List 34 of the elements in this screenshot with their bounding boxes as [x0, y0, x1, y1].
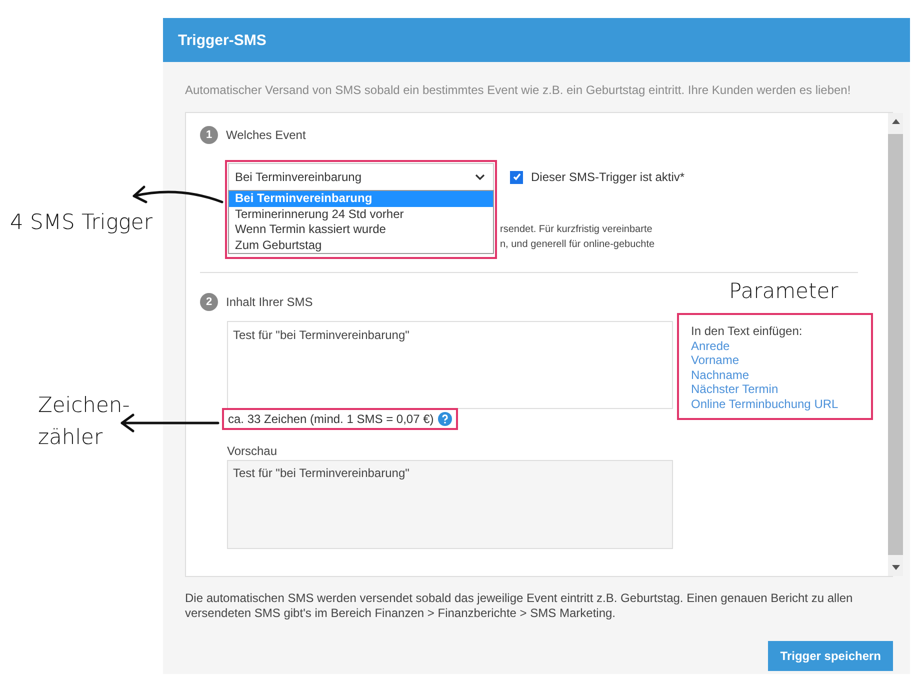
- parameter-title: In den Text einfügen:: [691, 324, 804, 338]
- preview-box: Test für "bei Terminvereinbarung": [227, 460, 673, 549]
- panel-title: Trigger-SMS: [178, 32, 266, 48]
- counter-text: ca. 33 Zeichen (mind. 1 SMS = 0,07 €): [228, 412, 434, 426]
- intro-text: Automatischer Versand von SMS sobald ein bestimmtes Event wie z.B. ein Geburtstag eintritt. Ihre Kunden werden es lieben!: [185, 83, 852, 97]
- step-label: Inhalt Ihrer SMS: [226, 295, 313, 309]
- checkbox-label: Dieser SMS-Trigger ist aktiv*: [531, 170, 685, 184]
- scroll-down-icon[interactable]: [892, 565, 900, 570]
- annotation-text: 4 SMS Trigger: [10, 210, 152, 234]
- parameter-link[interactable]: Nachname: [691, 368, 859, 382]
- message-field[interactable]: Test für "bei Terminvereinbarung": [227, 321, 673, 409]
- help-icon[interactable]: [438, 412, 452, 426]
- step-number: 2: [200, 293, 218, 311]
- step-label: Welches Event: [226, 128, 306, 142]
- event-dropdown[interactable]: Bei Terminvereinbarung: [228, 163, 494, 191]
- checkbox[interactable]: [510, 170, 523, 184]
- dropdown-option[interactable]: Terminerinnerung 24 Std vorher: [229, 206, 493, 222]
- parameter-link[interactable]: Online Terminbuchung URL: [691, 396, 859, 411]
- scroll-up-icon[interactable]: [892, 119, 900, 124]
- dropdown-option[interactable]: Wenn Termin kassiert wurde: [229, 222, 493, 238]
- save-button[interactable]: Trigger speichern: [768, 641, 893, 671]
- parameter-link[interactable]: Anrede: [691, 338, 859, 353]
- footer-note: Die automatischen SMS werden versendet sobald das jeweilige Event eintritt z.B. Geburtstag. Einen genauen Bericht zu allen versendeten SMS gibt's im Bereich Finanzen > Finanzberichte > SMS Marketing.: [185, 591, 854, 621]
- preview-label: Vorschau: [227, 444, 278, 458]
- parameter-link[interactable]: Vorname: [691, 353, 859, 368]
- caret-icon: [475, 174, 485, 180]
- hint-text: rsendet. Für kurzfristig vereinbarte: [500, 223, 654, 237]
- parameter-link[interactable]: Nächster Termin: [691, 382, 859, 396]
- annotation-text: Parameter: [729, 279, 838, 303]
- dropdown-option[interactable]: Bei Terminvereinbarung: [229, 191, 493, 206]
- hint-text: n, und generell für online-gebuchte: [500, 238, 656, 252]
- annotation-text: Zeichen-zähler: [38, 392, 131, 451]
- dropdown-option[interactable]: Zum Geburtstag: [229, 238, 493, 253]
- step-number: 1: [200, 126, 218, 144]
